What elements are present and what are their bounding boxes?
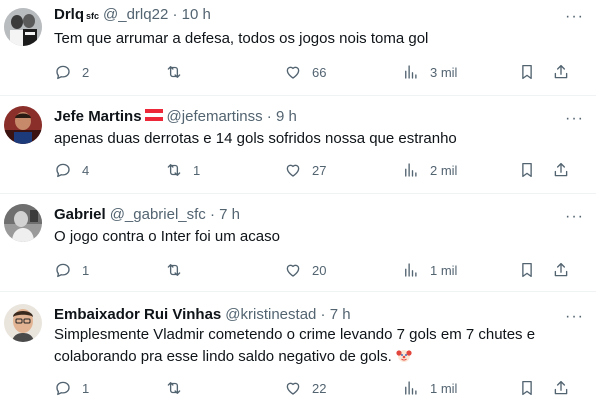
views-icon xyxy=(402,261,420,279)
reply-button[interactable]: 1 xyxy=(54,260,89,280)
share-button[interactable] xyxy=(552,378,570,398)
share-icon xyxy=(552,161,570,179)
like-button[interactable]: 20 xyxy=(284,260,326,280)
reply-button[interactable]: 2 xyxy=(54,62,89,82)
bookmark-button[interactable] xyxy=(518,378,536,398)
reply-count: 1 xyxy=(82,380,90,396)
view-count: 1 mil xyxy=(430,380,458,396)
avatar[interactable] xyxy=(4,304,42,342)
views-button[interactable]: 1 mil xyxy=(402,378,457,398)
retweet-button[interactable] xyxy=(165,260,193,280)
bookmark-button[interactable] xyxy=(518,260,536,280)
retweet-button[interactable]: 1 xyxy=(165,160,200,180)
bookmark-icon xyxy=(518,261,536,279)
tweet-item[interactable]: Drlq sfc @_drlq22 · 10 h ··· Tem que arr… xyxy=(0,0,596,96)
tweet-item[interactable]: Gabriel @_gabriel_sfc · 7 h ··· O jogo c… xyxy=(0,194,596,292)
share-icon xyxy=(552,379,570,397)
like-icon xyxy=(284,63,302,81)
name-badge: sfc xyxy=(86,11,100,21)
bookmark-icon xyxy=(518,161,536,179)
austria-flag xyxy=(144,109,163,121)
view-count: 1 mil xyxy=(430,262,458,278)
avatar[interactable] xyxy=(4,106,42,144)
like-button[interactable]: 22 xyxy=(284,378,326,398)
display-name[interactable]: Gabriel xyxy=(54,206,106,223)
like-icon xyxy=(284,261,302,279)
views-icon xyxy=(402,63,420,81)
views-button[interactable]: 1 mil xyxy=(402,260,457,280)
views-button[interactable]: 3 mil xyxy=(402,62,457,82)
retweet-icon xyxy=(165,261,183,279)
share-icon xyxy=(552,261,570,279)
retweet-icon xyxy=(165,379,183,397)
tweet-header: Jefe Martins @jefemartinss · 9 h xyxy=(54,108,297,125)
bookmark-icon xyxy=(518,379,536,397)
handle-and-time[interactable]: @kristinestad · 7 h xyxy=(225,306,350,323)
retweet-button[interactable] xyxy=(165,62,193,82)
more-icon[interactable]: ··· xyxy=(565,111,584,127)
clown-face-emoji xyxy=(396,350,412,362)
like-count: 20 xyxy=(312,262,327,278)
handle-and-time[interactable]: @jefemartinss · 9 h xyxy=(167,108,297,125)
bookmark-button[interactable] xyxy=(518,160,536,180)
like-count: 66 xyxy=(312,64,327,80)
reply-icon xyxy=(54,379,72,397)
avatar[interactable] xyxy=(4,204,42,242)
like-button[interactable]: 27 xyxy=(284,160,326,180)
like-button[interactable]: 66 xyxy=(284,62,326,82)
tweet-text: O jogo contra o Inter foi um acaso xyxy=(54,228,280,245)
view-count: 2 mil xyxy=(430,162,458,178)
handle-and-time[interactable]: @_drlq22 · 10 h xyxy=(103,6,211,23)
tweet-item[interactable]: Jefe Martins @jefemartinss · 9 h ··· ape… xyxy=(0,96,596,194)
tweet-text: apenas duas derrotas e 14 gols sofridos … xyxy=(54,130,457,147)
share-button[interactable] xyxy=(552,160,570,180)
tweet-actions: 1 22 1 mil xyxy=(54,378,574,398)
like-count: 27 xyxy=(312,162,327,178)
bookmark-button[interactable] xyxy=(518,62,536,82)
reply-icon xyxy=(54,161,72,179)
avatar[interactable] xyxy=(4,8,42,46)
tweet-text: Simplesmente Vladmir cometendo o crime l… xyxy=(54,324,564,368)
display-name[interactable]: Embaixador Rui Vinhas xyxy=(54,306,221,323)
handle-and-time[interactable]: @_gabriel_sfc · 7 h xyxy=(110,206,240,223)
share-button[interactable] xyxy=(552,260,570,280)
like-icon xyxy=(284,379,302,397)
tweet-actions: 1 20 1 mil xyxy=(54,260,574,280)
retweet-button[interactable] xyxy=(165,378,193,398)
reply-count: 1 xyxy=(82,262,90,278)
reply-count: 4 xyxy=(82,162,90,178)
reply-icon xyxy=(54,63,72,81)
retweet-icon xyxy=(165,63,183,81)
tweet-header: Drlq sfc @_drlq22 · 10 h xyxy=(54,6,211,23)
share-button[interactable] xyxy=(552,62,570,82)
tweet-header: Gabriel @_gabriel_sfc · 7 h xyxy=(54,206,240,223)
more-icon[interactable]: ··· xyxy=(565,9,584,25)
display-name[interactable]: Drlq xyxy=(54,6,84,23)
reply-button[interactable]: 4 xyxy=(54,160,89,180)
retweet-icon xyxy=(165,161,183,179)
views-button[interactable]: 2 mil xyxy=(402,160,457,180)
retweet-count: 1 xyxy=(193,162,201,178)
more-icon[interactable]: ··· xyxy=(565,309,584,325)
reply-count: 2 xyxy=(82,64,90,80)
tweet-item[interactable]: Embaixador Rui Vinhas @kristinestad · 7 … xyxy=(0,292,596,410)
tweet-actions: 4 1 27 2 mil xyxy=(54,160,574,180)
view-count: 3 mil xyxy=(430,64,458,80)
views-icon xyxy=(402,161,420,179)
more-icon[interactable]: ··· xyxy=(565,209,584,225)
like-icon xyxy=(284,161,302,179)
reply-button[interactable]: 1 xyxy=(54,378,89,398)
tweet-text: Tem que arrumar a defesa, todos os jogos… xyxy=(54,30,429,47)
tweet-header: Embaixador Rui Vinhas @kristinestad · 7 … xyxy=(54,306,351,323)
bookmark-icon xyxy=(518,63,536,81)
reply-feed: Drlq sfc @_drlq22 · 10 h ··· Tem que arr… xyxy=(0,0,596,410)
display-name[interactable]: Jefe Martins xyxy=(54,108,142,125)
tweet-actions: 2 66 3 mil xyxy=(54,62,574,82)
reply-icon xyxy=(54,261,72,279)
share-icon xyxy=(552,63,570,81)
like-count: 22 xyxy=(312,380,327,396)
views-icon xyxy=(402,379,420,397)
tweet-text-content: Simplesmente Vladmir cometendo o crime l… xyxy=(54,326,536,365)
